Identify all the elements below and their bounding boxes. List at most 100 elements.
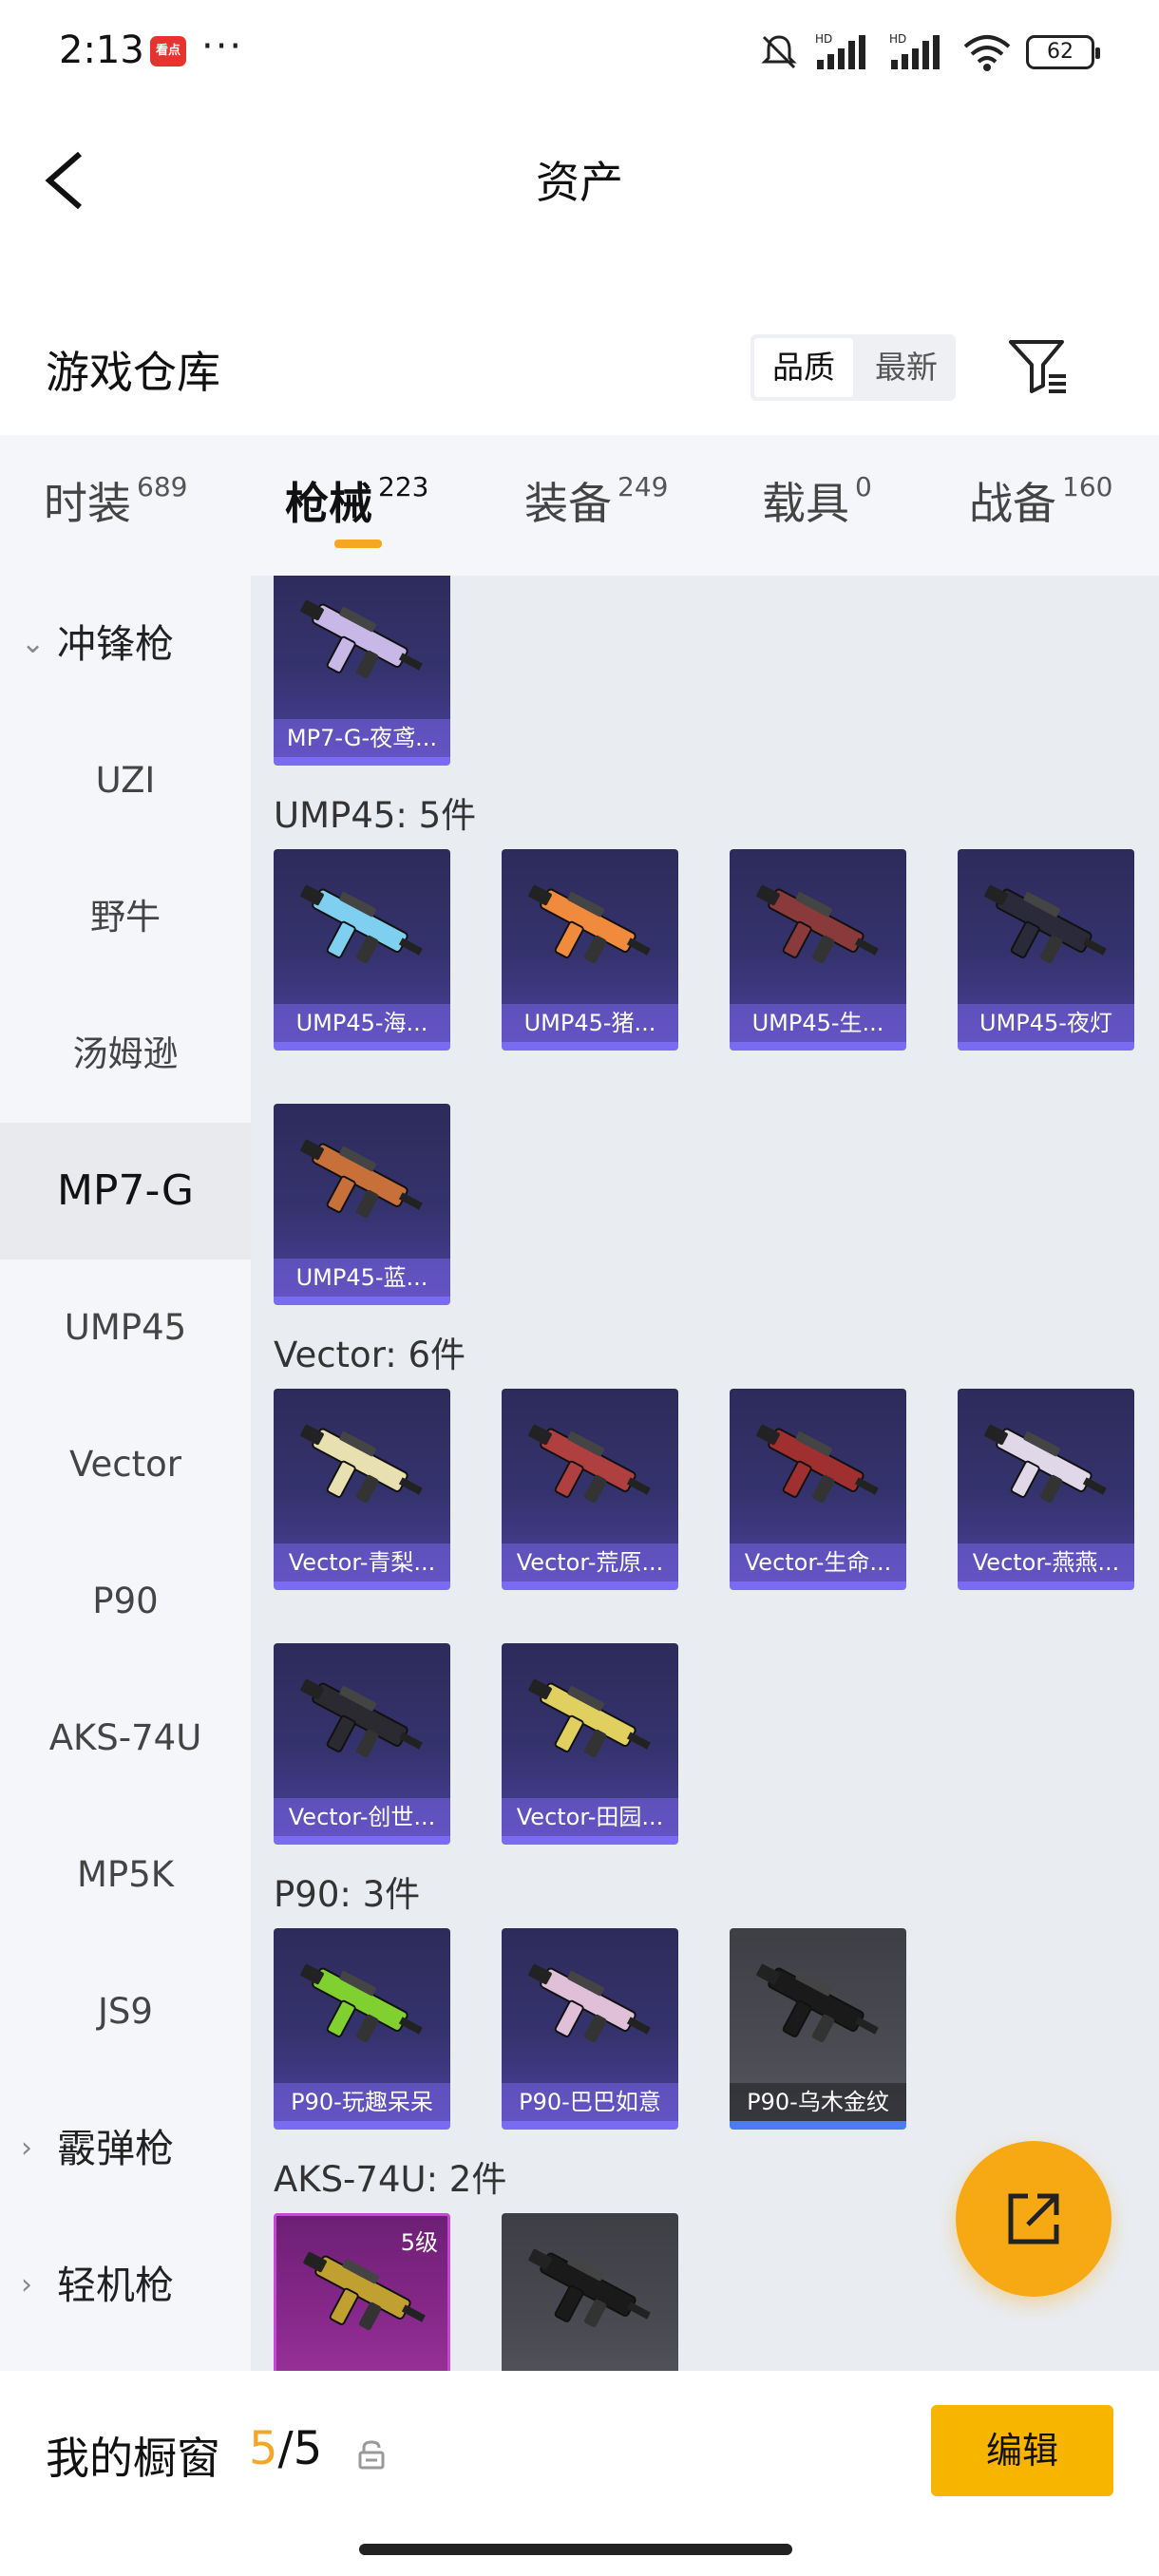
tab-label: 战备 (969, 478, 1056, 529)
sort-by-quality[interactable]: 品质 (754, 338, 853, 397)
weapon-image (300, 1678, 423, 1757)
showcase-current-count: 5 (249, 2422, 278, 2475)
weapon-image (756, 1963, 879, 2042)
weapon-image (984, 884, 1107, 963)
weapon-card[interactable]: Vector-田园... (502, 1643, 678, 1845)
tab-equipment[interactable]: 装备 249 (524, 469, 668, 532)
tab-firearms[interactable]: 枪械 223 (285, 469, 428, 532)
weapon-name: UMP45-海... (274, 1004, 450, 1042)
chevron-down-icon: ⌄ (21, 627, 46, 660)
active-tab-indicator (334, 540, 382, 548)
weapon-card[interactable] (502, 2213, 678, 2371)
weapon-image (756, 884, 879, 963)
group-label: P90: 3件 (274, 1874, 421, 1915)
filter-button[interactable] (1005, 332, 1072, 399)
sidebar-item-vector[interactable]: Vector (0, 1396, 251, 1533)
weapon-name: MP7-G-夜鸢... (274, 719, 450, 757)
weapon-name: P90-乌木金纹 (730, 2083, 906, 2121)
sidebar-item-label: 冲锋枪 (57, 621, 174, 667)
weapon-name: Vector-荒原... (502, 1544, 678, 1582)
showcase-total-count: /5 (277, 2422, 323, 2475)
more-notifications-icon: ··· (201, 25, 244, 68)
weapon-card[interactable]: P90-巴巴如意 (502, 1928, 678, 2130)
weapon-type-sidebar: ⌄ 冲锋枪 UZI 野牛 汤姆逊 MP7-G UMP45 Vector P90 … (0, 576, 251, 2371)
tab-count: 160 (1062, 471, 1113, 502)
share-external-icon (1008, 2193, 1059, 2245)
sidebar-item-aks74u[interactable]: AKS-74U (0, 1670, 251, 1807)
sidebar-item-bison[interactable]: 野牛 (0, 849, 251, 986)
weapon-name: UMP45-蓝... (274, 1259, 450, 1297)
sidebar-item-p90[interactable]: P90 (0, 1533, 251, 1670)
sort-by-newest[interactable]: 最新 (857, 334, 956, 401)
sidebar-category-shotgun[interactable]: › 霰弹枪 (0, 2080, 251, 2217)
weapon-card[interactable]: Vector-荒原... (502, 1389, 678, 1590)
weapon-card[interactable]: Vector-创世... (274, 1643, 450, 1845)
tab-vehicles[interactable]: 载具 0 (762, 469, 872, 532)
weapon-card[interactable]: UMP45-海... (274, 849, 450, 1051)
group-label: UMP45: 5件 (274, 795, 477, 836)
sidebar-category-lmg[interactable]: › 轻机枪 (0, 2217, 251, 2354)
weapon-name: UMP45-夜灯 (958, 1004, 1134, 1042)
tab-count: 249 (618, 471, 669, 502)
sidebar-item-label: 轻机枪 (57, 2263, 174, 2308)
tab-combat-gear[interactable]: 战备 160 (969, 469, 1112, 532)
weapon-card[interactable]: 5级 (274, 2213, 450, 2371)
weapon-name: UMP45-生... (730, 1004, 906, 1042)
weapon-card[interactable]: UMP45-生... (730, 849, 906, 1051)
filter-icon (1009, 340, 1066, 393)
weapon-image (300, 884, 423, 963)
weapon-image (528, 1963, 651, 2042)
sidebar-item-mp7g[interactable]: MP7-G (0, 1123, 251, 1260)
weapon-card[interactable]: Vector-生命... (730, 1389, 906, 1590)
showcase-count: 5/5 (249, 2422, 322, 2475)
page-title: 资产 (536, 157, 623, 208)
tab-label: 载具 (762, 478, 849, 529)
weapon-grid: MP7-G-夜鸢... UMP45: 5件 UMP45-海... UMP45-猪...… (251, 576, 1159, 2371)
sidebar-item-ump45[interactable]: UMP45 (0, 1260, 251, 1396)
sidebar-item-uzi[interactable]: UZI (0, 712, 251, 849)
sidebar-item-thompson[interactable]: 汤姆逊 (0, 986, 251, 1123)
tab-count: 0 (855, 471, 872, 502)
category-tabs: 时装 689 枪械 223 装备 249 载具 0 战备 160 (0, 435, 1159, 576)
weapon-card[interactable]: Vector-青梨... (274, 1389, 450, 1590)
group-label: AKS-74U: 2件 (274, 2159, 507, 2200)
showcase-label: 我的橱窗 (46, 2433, 220, 2484)
sidebar-item-label: 霰弹枪 (57, 2126, 174, 2171)
status-icons: HD HD 62 (758, 28, 1100, 76)
sidebar-item-mp5k[interactable]: MP5K (0, 1807, 251, 1943)
tab-fashion[interactable]: 时装 689 (44, 469, 187, 532)
share-button[interactable] (956, 2141, 1112, 2297)
weapon-image (300, 599, 423, 678)
sort-toggle: 品质 最新 (750, 334, 956, 401)
home-indicator (359, 2544, 792, 2555)
weapon-image (984, 1424, 1107, 1503)
edit-button[interactable]: 编辑 (931, 2405, 1113, 2496)
lock-icon (358, 2440, 385, 2470)
weapon-image (528, 1424, 651, 1503)
weapon-name: P90-巴巴如意 (502, 2083, 678, 2121)
section-title: 游戏仓库 (46, 347, 220, 398)
weapon-image (528, 884, 651, 963)
weapon-card[interactable]: P90-乌木金纹 (730, 1928, 906, 2130)
weapon-image (528, 1678, 651, 1757)
weapon-card[interactable]: P90-玩趣呆呆 (274, 1928, 450, 2130)
weapon-card[interactable]: Vector-燕燕... (958, 1389, 1134, 1590)
mute-icon (761, 35, 797, 69)
tab-label: 时装 (44, 478, 131, 529)
weapon-level-badge: 5级 (400, 2229, 438, 2256)
weapon-name: Vector-燕燕... (958, 1544, 1134, 1582)
assets-page: 2:13 看点 ··· HD HD 62 资产 游戏仓库 品质 最新 时装 68… (0, 0, 1159, 2576)
weapon-card[interactable]: UMP45-猪... (502, 849, 678, 1051)
weapon-card[interactable]: MP7-G-夜鸢... (274, 576, 450, 766)
weapon-name: UMP45-猪... (502, 1004, 678, 1042)
signal-icon: HD (815, 32, 865, 69)
weapon-name: Vector-田园... (502, 1798, 678, 1836)
sidebar-category-smg[interactable]: ⌄ 冲锋枪 (0, 576, 251, 712)
weapon-card[interactable]: UMP45-蓝... (274, 1104, 450, 1305)
weapon-image (300, 1139, 423, 1218)
tab-label: 枪械 (285, 478, 372, 529)
weapon-card[interactable]: UMP45-夜灯 (958, 849, 1134, 1051)
sidebar-item-js9[interactable]: JS9 (0, 1943, 251, 2080)
wifi-icon (963, 35, 1011, 71)
weapon-name: P90-玩趣呆呆 (274, 2083, 450, 2121)
